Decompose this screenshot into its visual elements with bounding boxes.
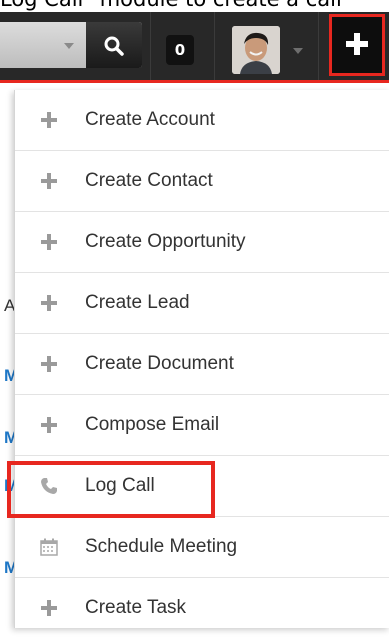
quick-create-button[interactable] — [329, 14, 385, 76]
menu-item-create-opportunity[interactable]: Create Opportunity — [15, 212, 389, 273]
search-button[interactable] — [86, 22, 142, 68]
calendar-icon — [40, 538, 58, 556]
plus-icon — [41, 600, 57, 616]
plus-icon — [41, 356, 57, 372]
toolbar-divider — [318, 12, 319, 80]
plus-icon — [41, 417, 57, 433]
menu-item-create-document[interactable]: Create Document — [15, 334, 389, 395]
top-toolbar: 0 — [0, 12, 389, 83]
menu-item-label: Create Contact — [85, 170, 213, 191]
menu-item-schedule-meeting[interactable]: Schedule Meeting — [15, 517, 389, 578]
menu-item-create-contact[interactable]: Create Contact — [15, 151, 389, 212]
menu-item-label: Create Lead — [85, 292, 190, 313]
page-caption: Log Call" module to create a call — [0, 0, 389, 11]
plus-icon — [41, 295, 57, 311]
user-menu-caret-icon[interactable] — [293, 48, 303, 54]
menu-item-compose-email[interactable]: Compose Email — [15, 395, 389, 456]
menu-item-create-task[interactable]: Create Task — [15, 578, 389, 639]
avatar-image — [232, 26, 280, 74]
notifications-badge[interactable]: 0 — [166, 35, 194, 65]
search-icon — [104, 36, 124, 56]
menu-item-label: Create Opportunity — [85, 231, 246, 252]
plus-icon — [41, 234, 57, 250]
toolbar-divider — [150, 12, 151, 80]
menu-item-label: Schedule Meeting — [85, 536, 238, 557]
menu-item-create-lead[interactable]: Create Lead — [15, 273, 389, 334]
plus-icon — [41, 112, 57, 128]
background-content: A M M M M — [0, 84, 18, 628]
search-input[interactable] — [0, 22, 142, 68]
menu-item-log-call[interactable]: Log Call — [15, 456, 389, 517]
menu-item-label: Compose Email — [85, 414, 220, 435]
menu-item-label: Log Call — [85, 475, 155, 496]
menu-item-create-account[interactable]: Create Account — [15, 90, 389, 151]
menu-item-label: Create Task — [85, 597, 187, 618]
search-dropdown-icon[interactable] — [64, 43, 74, 49]
plus-icon — [41, 173, 57, 189]
phone-icon — [41, 478, 57, 494]
menu-item-label: Create Document — [85, 353, 234, 374]
toolbar-divider — [214, 12, 215, 80]
quick-create-menu: Create Account Create Contact Create Opp… — [14, 90, 389, 628]
menu-item-label: Create Account — [85, 109, 215, 130]
user-avatar[interactable] — [232, 26, 280, 74]
plus-icon — [346, 33, 368, 55]
